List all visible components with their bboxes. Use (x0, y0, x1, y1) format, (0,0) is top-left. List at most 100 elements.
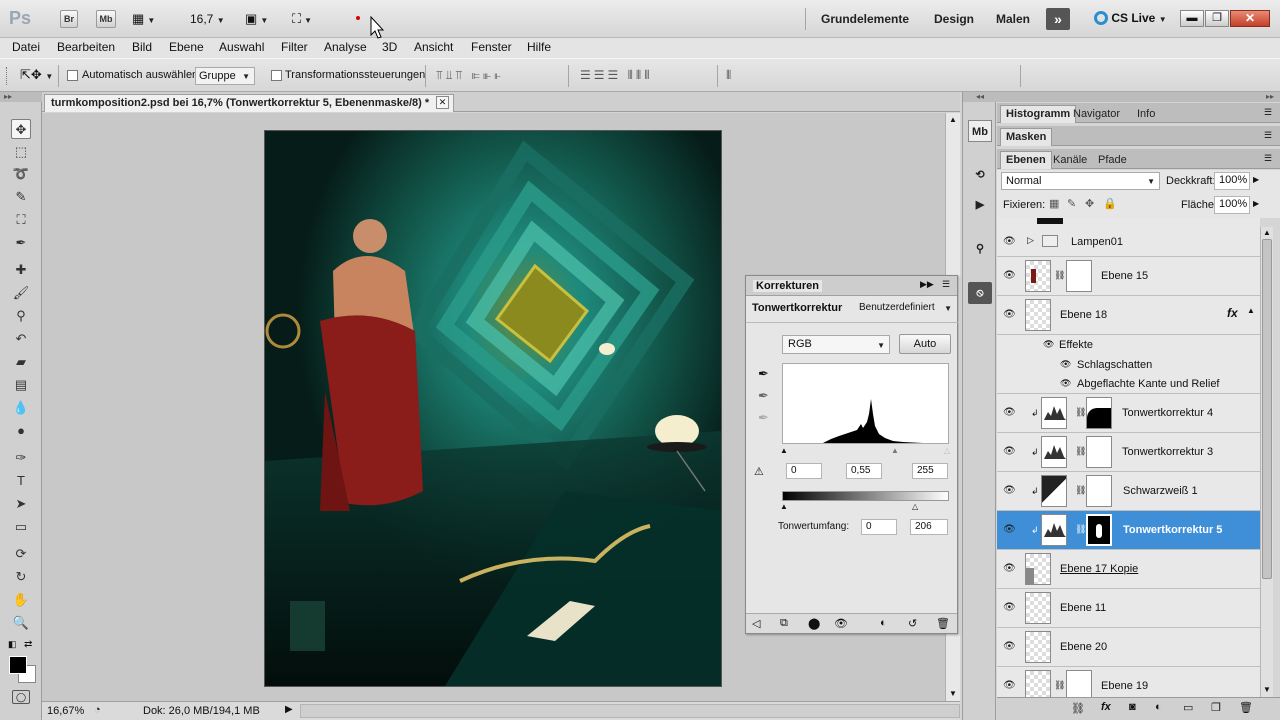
lock-position-icon[interactable]: ✥ (1085, 197, 1094, 210)
align-buttons-group[interactable]: ⫪⫫⫪ ⊫⊪⊩ (436, 68, 504, 83)
reset-icon[interactable]: ↺ (908, 617, 917, 630)
restore-button[interactable]: ❐ (1205, 10, 1229, 27)
visibility-eye-icon[interactable]: 👁 (1003, 446, 1016, 457)
tab-info[interactable]: Info (1131, 105, 1161, 123)
default-colors-icon[interactable]: ◧ (8, 639, 17, 650)
mask-link-icon[interactable]: ⛓ (1075, 524, 1086, 535)
history-panel-icon[interactable]: ⟲ (968, 164, 992, 186)
lock-pixels-icon[interactable]: ✎ (1067, 197, 1076, 210)
visibility-eye-icon[interactable]: 👁 (1003, 602, 1016, 613)
menu-analyse[interactable]: Analyse (324, 40, 367, 54)
layers-scroll-down-arrow[interactable]: ▼ (1263, 685, 1271, 694)
zoom-level-field[interactable]: 16,67% (47, 705, 84, 717)
output-black-slider[interactable]: ▲ (780, 502, 788, 511)
mask-link-icon[interactable]: ⛓ (1075, 446, 1086, 457)
pen-tool-icon[interactable]: ✑ (11, 448, 31, 468)
3d-orbit-tool-icon[interactable]: ↻ (11, 567, 31, 587)
layer-row-lampen01[interactable]: 👁 ▷ Lampen01 (997, 227, 1260, 257)
scroll-down-arrow[interactable]: ▼ (949, 689, 957, 698)
layer-effects-icon[interactable]: fx (1227, 306, 1238, 320)
output-white-slider[interactable]: △ (912, 502, 918, 511)
menu-auswahl[interactable]: Auswahl (219, 40, 264, 54)
input-black-slider[interactable]: ▲ (780, 446, 788, 455)
close-window-button[interactable]: ✕ (1230, 10, 1270, 27)
menu-datei[interactable]: Datei (12, 40, 40, 54)
auto-align-button[interactable]: ⦀ (726, 68, 731, 83)
effect-eye-icon[interactable]: 👁 (1060, 378, 1071, 389)
white-point-eyedropper-icon[interactable]: ✒ (758, 410, 769, 426)
blur-tool-icon[interactable]: 💧 (11, 398, 31, 418)
gray-point-eyedropper-icon[interactable]: ✒ (758, 388, 769, 404)
fill-slider-arrow[interactable]: ▶ (1253, 199, 1259, 208)
input-gamma-slider[interactable]: ▲ (891, 446, 899, 455)
menu-filter[interactable]: Filter (281, 40, 308, 54)
masks-panel-menu-icon[interactable]: ☰ (1264, 130, 1272, 141)
mini-bridge-button[interactable]: Mb (96, 10, 116, 28)
korrekturen-tab[interactable]: Korrekturen (753, 280, 822, 292)
layer-row-ebene-15[interactable]: 👁 ⛓ Ebene 15 (997, 257, 1260, 296)
close-document-button[interactable]: ✕ (436, 96, 449, 109)
tool-preset-picker[interactable]: ⇱✥ ▼ (20, 67, 53, 83)
input-white-field[interactable]: 255 (912, 463, 948, 479)
layer-row-ebene-11[interactable]: 👁 Ebene 11 (997, 589, 1260, 628)
rectangle-tool-icon[interactable]: ▭ (11, 517, 31, 537)
screen-mode-button[interactable]: ⛶ ▼ (292, 11, 312, 27)
mini-bridge-panel-icon[interactable]: Mb (968, 120, 992, 142)
more-workspaces-button[interactable]: » (1046, 8, 1070, 30)
effects-header-row[interactable]: 👁 Effekte (997, 335, 1260, 355)
panel-menu-icon[interactable]: ☰ (942, 279, 950, 290)
clone-source-panel-icon[interactable]: ⚲ (968, 238, 992, 260)
dock-collapse-arrows[interactable]: ▸▸ (997, 92, 1280, 102)
new-layer-icon[interactable]: ❐ (1211, 701, 1221, 714)
hand-tool-icon[interactable]: ✋ (11, 590, 31, 610)
auto-button[interactable]: Auto (899, 334, 951, 354)
zoom-tool-icon[interactable]: 🔍 (11, 613, 31, 633)
swap-colors-icon[interactable]: ⇄ (24, 639, 32, 650)
layer-row-tonwertkorrektur-3[interactable]: 👁 ↲ ⛓ Tonwertkorrektur 3 (997, 433, 1260, 472)
mask-link-icon[interactable]: ⛓ (1054, 680, 1065, 691)
menu-ansicht[interactable]: Ansicht (414, 40, 453, 54)
visibility-toggle-icon[interactable]: 👁 (834, 617, 848, 630)
visibility-eye-icon[interactable]: 👁 (1003, 270, 1016, 281)
type-tool-icon[interactable]: T (11, 471, 31, 491)
preset-dropdown[interactable]: Benutzerdefiniert ▼ (856, 301, 954, 317)
effect-eye-icon[interactable]: 👁 (1060, 359, 1071, 370)
effects-eye-icon[interactable]: 👁 (1043, 339, 1054, 350)
tab-navigator[interactable]: Navigator (1067, 105, 1126, 123)
quick-selection-tool-icon[interactable]: ✎ (11, 187, 31, 207)
workspace-design[interactable]: Design (934, 12, 974, 26)
link-layers-icon[interactable]: ⛓ (1071, 702, 1085, 715)
menu-fenster[interactable]: Fenster (471, 40, 512, 54)
collapse-panel-icon[interactable]: ▶▶ (920, 279, 934, 290)
layer-row-ebene-17-kopie[interactable]: 👁 Ebene 17 Kopie (997, 550, 1260, 589)
effect-row-abgeflachte-kante[interactable]: 👁 Abgeflachte Kante und Relief (997, 374, 1260, 394)
opacity-slider-arrow[interactable]: ▶ (1253, 175, 1259, 184)
tab-kanaele[interactable]: Kanäle (1047, 151, 1093, 169)
tab-histogramm[interactable]: Histogramm (1000, 105, 1077, 123)
opacity-field[interactable]: 100% (1214, 172, 1250, 190)
expand-dock-arrows[interactable]: ◂◂ (963, 92, 997, 102)
layer-mask-thumbnail[interactable] (1066, 260, 1092, 292)
layers-scroll-thumb[interactable] (1262, 239, 1272, 579)
eyedropper-tool-icon[interactable]: ✒ (11, 233, 31, 253)
visibility-eye-icon[interactable]: 👁 (1003, 236, 1016, 247)
tab-ebenen[interactable]: Ebenen (1000, 151, 1052, 169)
canvas-horizontal-scrollbar[interactable] (300, 704, 960, 718)
lasso-tool-icon[interactable]: ➰ (11, 164, 31, 184)
tab-pfade[interactable]: Pfade (1092, 151, 1133, 169)
lock-transparency-icon[interactable]: ▦ (1049, 197, 1059, 210)
bridge-button[interactable]: Br (60, 10, 78, 28)
zoom-select[interactable]: 16,7 ▼ (190, 12, 225, 26)
visibility-eye-icon[interactable]: 👁 (1003, 641, 1016, 652)
menu-bild[interactable]: Bild (132, 40, 152, 54)
new-adjustment-layer-icon[interactable]: ◐ (1155, 701, 1162, 713)
visibility-eye-icon[interactable]: 👁 (1003, 524, 1016, 535)
clip-to-layer-icon[interactable]: ⬤ (808, 617, 820, 630)
healing-brush-tool-icon[interactable]: ✚ (11, 260, 31, 280)
visibility-eye-icon[interactable]: 👁 (1003, 485, 1016, 496)
layer-mask-thumbnail[interactable] (1086, 397, 1112, 429)
cs-live-menu[interactable]: CS Live ▼ (1094, 11, 1167, 25)
fill-field[interactable]: 100% (1214, 196, 1250, 214)
input-black-field[interactable]: 0 (786, 463, 822, 479)
channel-dropdown[interactable]: RGB ▼ (782, 335, 890, 354)
